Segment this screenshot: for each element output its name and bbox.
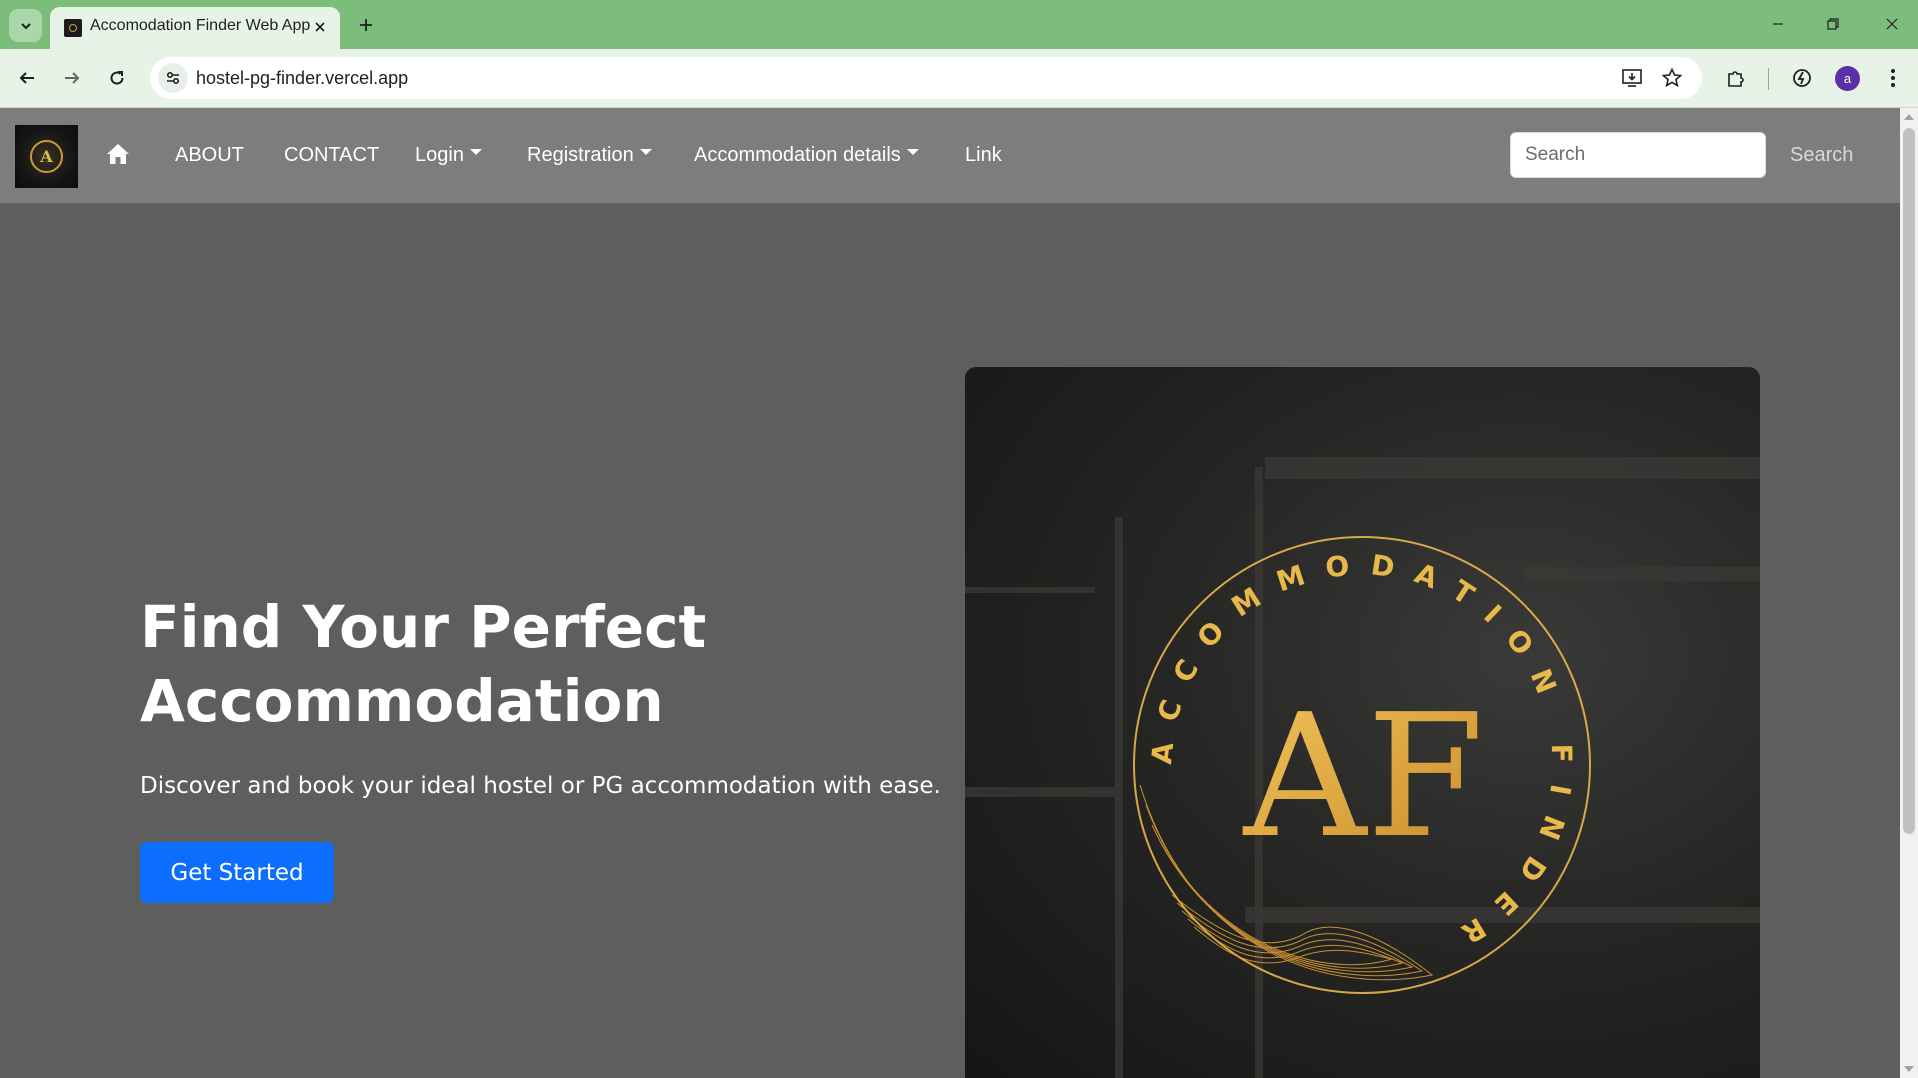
address-bar[interactable]: hostel-pg-finder.vercel.app — [150, 57, 1702, 99]
site-info-button[interactable] — [158, 63, 188, 93]
arrow-right-icon — [65, 72, 80, 84]
bunk-post-decoration — [1115, 517, 1123, 1078]
chevron-down-icon — [20, 22, 31, 29]
hero-title-line-1: Find Your Perfect — [140, 593, 707, 661]
bunk-frame-decoration — [1265, 457, 1760, 479]
puzzle-icon — [1728, 71, 1744, 87]
nav-accommodation-details-label: Accommodation details — [694, 144, 901, 166]
reload-button[interactable] — [100, 61, 134, 95]
bunk-frame-decoration — [965, 587, 1095, 593]
arrow-left-icon — [19, 72, 34, 84]
site-favicon-icon — [64, 19, 82, 37]
hero-image: ACCOMMODATION FINDER AF — [965, 367, 1760, 1078]
tab-close-button[interactable] — [308, 15, 332, 39]
home-icon — [107, 144, 129, 164]
new-tab-button[interactable] — [352, 11, 380, 39]
kebab-menu-icon — [1891, 69, 1895, 87]
performance-button[interactable] — [1788, 64, 1816, 92]
hero-title: Find Your Perfect Accommodation — [140, 590, 860, 738]
back-button[interactable] — [10, 61, 44, 95]
forward-button[interactable] — [55, 61, 89, 95]
browser-tab-active[interactable]: Accomodation Finder Web App — [50, 7, 340, 49]
install-app-button[interactable] — [1620, 66, 1644, 90]
accommodation-finder-emblem: ACCOMMODATION FINDER AF — [1133, 536, 1591, 994]
restore-window-button[interactable] — [1813, 8, 1853, 40]
browser-toolbar: hostel-pg-finder.vercel.app a — [0, 49, 1918, 108]
close-icon — [1886, 18, 1898, 30]
star-icon — [1661, 67, 1683, 88]
site-navbar: ABOUT CONTACT Login Registration Accommo… — [0, 108, 1900, 203]
bookmark-button[interactable] — [1660, 66, 1684, 90]
brand-logo[interactable] — [15, 125, 78, 188]
nav-contact-link[interactable]: CONTACT — [284, 144, 379, 167]
profile-avatar[interactable]: a — [1835, 66, 1860, 91]
caret-down-icon — [906, 148, 919, 155]
home-link[interactable] — [105, 141, 131, 167]
tab-search-button[interactable] — [9, 9, 42, 42]
page-viewport: ABOUT CONTACT Login Registration Accommo… — [0, 108, 1900, 1078]
caret-down-icon — [469, 148, 482, 155]
restore-icon — [1827, 18, 1839, 30]
close-icon — [315, 22, 325, 32]
hero-subtitle: Discover and book your ideal hostel or P… — [140, 773, 941, 799]
toolbar-separator — [1768, 68, 1769, 90]
bunk-frame-decoration — [965, 787, 1115, 797]
search-button[interactable]: Search — [1778, 132, 1865, 178]
nav-about-link[interactable]: ABOUT — [175, 144, 244, 167]
caret-down-icon — [639, 148, 652, 155]
speed-icon — [1793, 69, 1811, 87]
url-text[interactable]: hostel-pg-finder.vercel.app — [196, 68, 408, 89]
browser-tab-strip: Accomodation Finder Web App — [0, 0, 1918, 49]
minimize-window-button[interactable] — [1758, 8, 1798, 40]
get-started-button[interactable]: Get Started — [140, 842, 334, 903]
scroll-down-arrow-icon[interactable] — [1904, 1066, 1914, 1072]
install-app-icon — [1622, 69, 1642, 87]
tab-title: Accomodation Finder Web App — [90, 17, 311, 34]
search-input[interactable] — [1510, 132, 1766, 178]
reload-icon — [110, 71, 124, 85]
nav-login-label: Login — [415, 144, 464, 166]
emblem-monogram: AF — [1243, 678, 1485, 876]
scroll-up-arrow-icon[interactable] — [1904, 114, 1914, 120]
browser-menu-button[interactable] — [1879, 64, 1907, 92]
nav-registration-label: Registration — [527, 144, 634, 166]
close-window-button[interactable] — [1872, 8, 1912, 40]
nav-login-dropdown[interactable]: Login — [415, 144, 482, 167]
nav-link-link[interactable]: Link — [965, 144, 1002, 167]
hero-title-line-2: Accommodation — [140, 667, 664, 735]
minimize-icon — [1773, 23, 1783, 25]
tune-icon — [166, 71, 180, 85]
extensions-button[interactable] — [1722, 64, 1750, 92]
scrollbar-thumb[interactable] — [1903, 128, 1915, 834]
nav-registration-dropdown[interactable]: Registration — [527, 144, 652, 167]
brand-emblem-icon — [30, 140, 63, 173]
nav-accommodation-details-dropdown[interactable]: Accommodation details — [694, 144, 919, 167]
plus-icon — [360, 19, 372, 31]
page-scrollbar[interactable] — [1900, 108, 1918, 1078]
